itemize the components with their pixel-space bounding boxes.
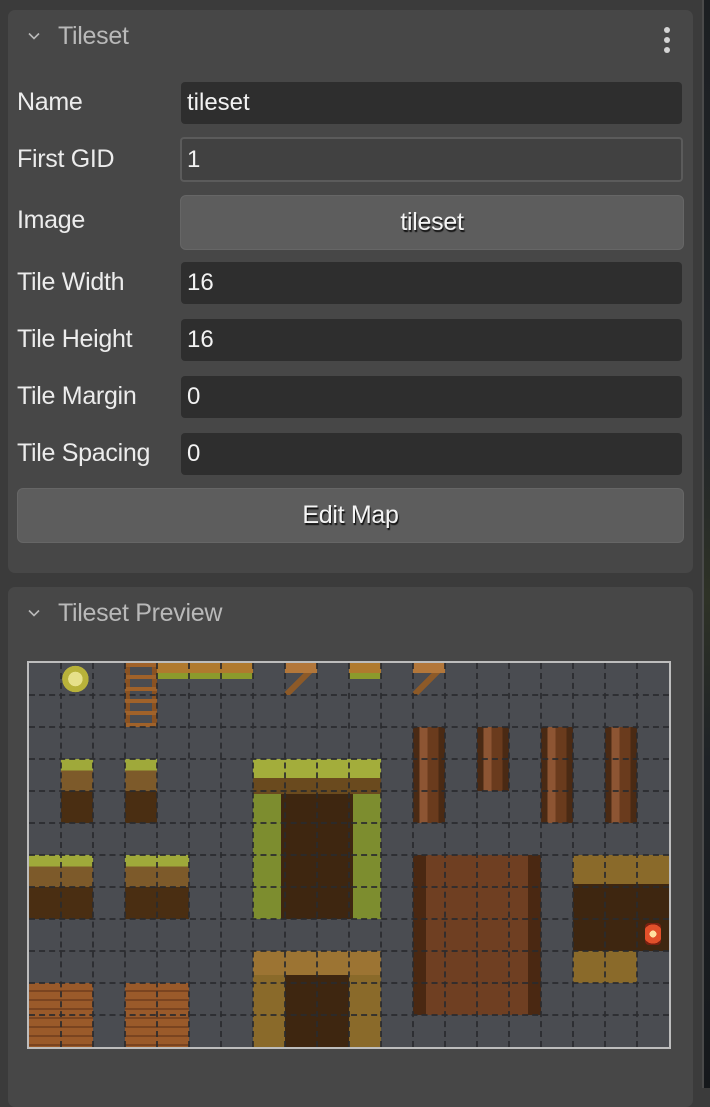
name-input[interactable] (181, 82, 682, 124)
tile-wood-post[interactable] (413, 727, 445, 823)
kebab-menu-icon[interactable] (660, 25, 674, 55)
tileset-preview-title: Tileset Preview (58, 599, 223, 627)
tile-margin-input[interactable] (181, 376, 682, 418)
tile-height-label: Tile Height (17, 325, 133, 353)
tileset-panel-header[interactable]: Tileset (8, 10, 693, 66)
image-select-button[interactable]: tileset (180, 195, 684, 250)
image-label: Image (17, 206, 85, 234)
tile-bracket[interactable] (285, 663, 317, 695)
background-edge (702, 0, 710, 1088)
edit-map-button[interactable]: Edit Map (17, 488, 684, 543)
tile-small-log[interactable] (349, 663, 381, 695)
grid-line (29, 726, 669, 728)
tile-wood-post[interactable] (541, 727, 573, 823)
grid-line (29, 918, 669, 920)
lantern-icon (645, 923, 661, 945)
tile-yellow-sprite[interactable] (61, 663, 93, 695)
tileset-preview-panel: Tileset Preview (8, 587, 693, 1107)
first-gid-label: First GID (17, 145, 115, 173)
grid-line (29, 950, 669, 952)
tile-width-input[interactable] (181, 262, 682, 304)
tile-height-input[interactable] (181, 319, 682, 361)
chevron-down-icon[interactable] (28, 30, 40, 42)
grid-line (29, 886, 669, 888)
grid-line (29, 694, 669, 696)
tileset-panel: Tileset Name First GID Image tileset Til… (8, 10, 693, 573)
grid-line (29, 822, 669, 824)
first-gid-input[interactable] (180, 137, 683, 182)
tile-wood-post[interactable] (605, 727, 637, 823)
grid-line (29, 758, 669, 760)
tileset-preview-header[interactable]: Tileset Preview (8, 587, 693, 643)
tile-spacing-label: Tile Spacing (17, 439, 151, 467)
grid-line (29, 854, 669, 856)
grid-line (29, 982, 669, 984)
tileset-panel-title: Tileset (58, 22, 129, 50)
grid-line (29, 1014, 669, 1016)
tile-width-label: Tile Width (17, 268, 125, 296)
tile-spacing-input[interactable] (181, 433, 682, 475)
grid-line (29, 790, 669, 792)
tile-bracket[interactable] (413, 663, 445, 695)
tile-log-beam[interactable] (157, 663, 253, 695)
chevron-down-icon[interactable] (28, 607, 40, 619)
tileset-preview-canvas[interactable] (27, 661, 671, 1049)
name-label: Name (17, 88, 83, 116)
tile-margin-label: Tile Margin (17, 382, 137, 410)
